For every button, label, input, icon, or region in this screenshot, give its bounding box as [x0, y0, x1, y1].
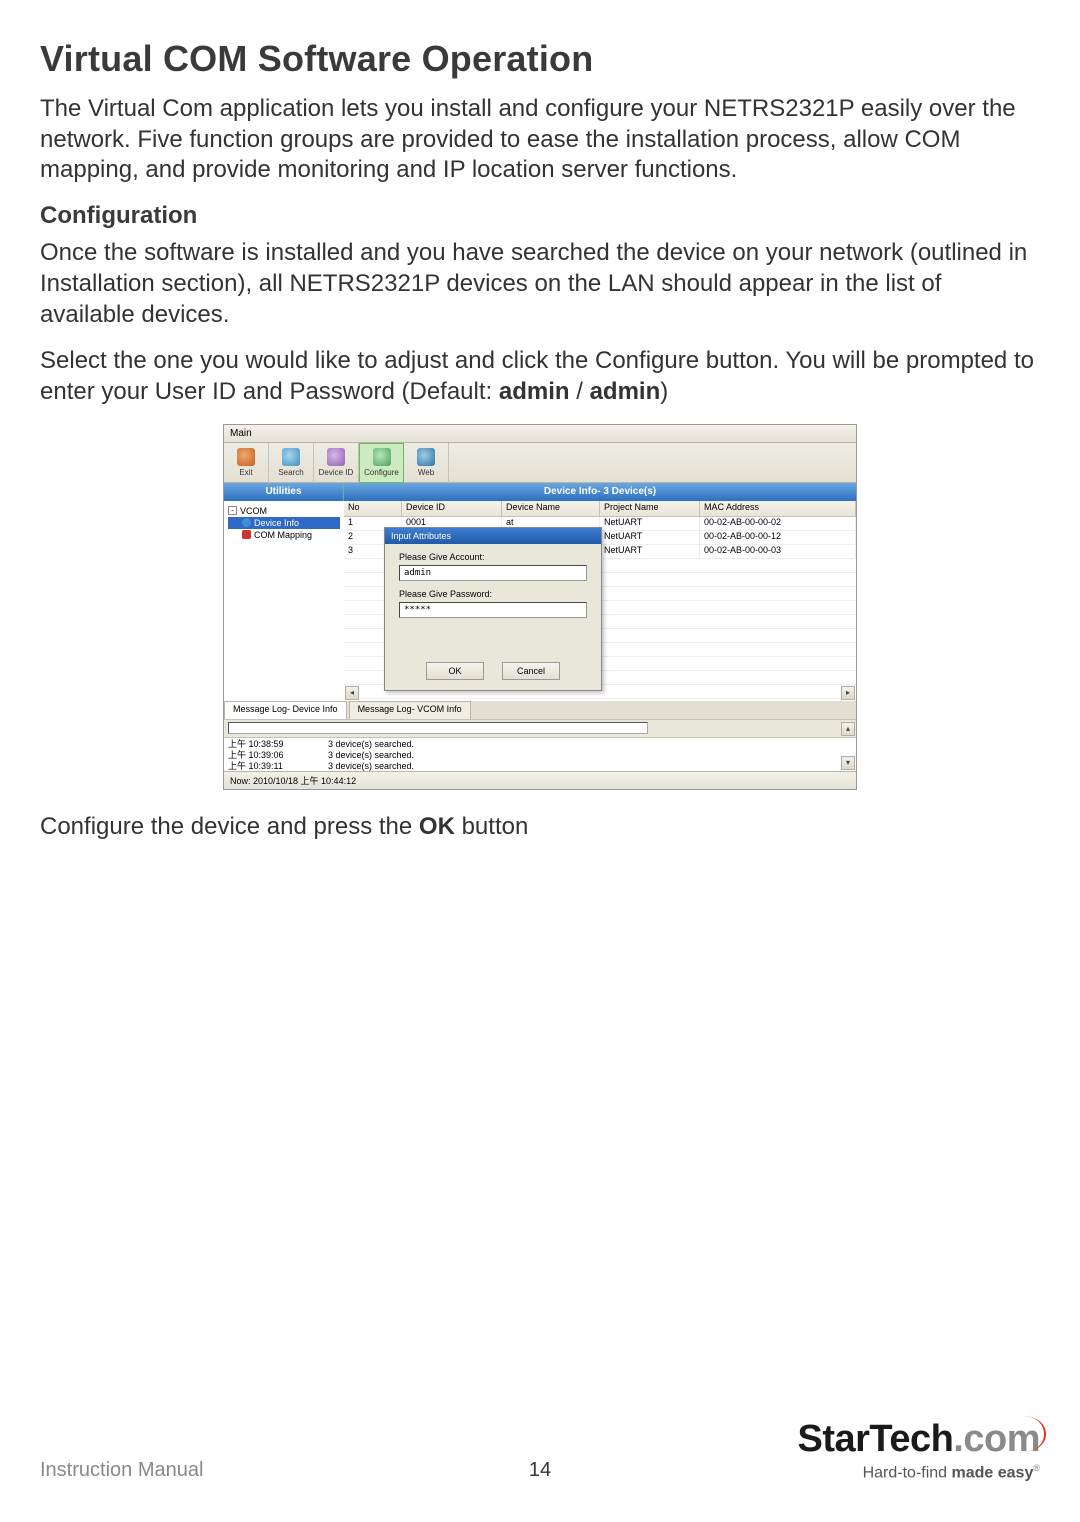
text-span: / [570, 378, 590, 405]
col-device-name[interactable]: Device Name [502, 501, 600, 517]
tree-label: VCOM [240, 506, 267, 516]
info-icon [242, 518, 251, 527]
input-attributes-dialog: Input Attributes Please Give Account: ad… [384, 527, 602, 691]
intro-paragraph: The Virtual Com application lets you ins… [40, 94, 1040, 186]
col-device-id[interactable]: Device ID [402, 501, 502, 517]
menu-bar[interactable]: Main [224, 425, 856, 443]
log-msg: 3 device(s) searched. [328, 750, 414, 761]
brand-block: StarTech.com Hard-to-find made easy® [798, 1418, 1041, 1482]
app-window: Main Exit Search Device ID Configure Web… [223, 424, 857, 790]
mapping-icon [242, 530, 251, 539]
logo-text-main: StarTech [798, 1418, 954, 1460]
cell-mac: 00-02-AB-00-00-03 [700, 545, 856, 558]
toolbar-label: Device ID [319, 468, 354, 477]
col-project-name[interactable]: Project Name [600, 501, 700, 517]
toolbar-label: Web [418, 468, 434, 477]
brand-tagline: Hard-to-find made easy® [798, 1463, 1041, 1482]
dialog-title: Input Attributes [385, 528, 601, 544]
log-line: 上午 10:39:113 device(s) searched. [228, 761, 852, 771]
utilities-header: Utilities [224, 483, 344, 501]
default-password: admin [590, 378, 661, 405]
tagline-bold: made easy [952, 1464, 1034, 1481]
panel-headers: Utilities Device Info- 3 Device(s) [224, 483, 856, 501]
configure-icon [373, 448, 391, 466]
scroll-right-button[interactable]: ▸ [841, 686, 855, 700]
configure-button[interactable]: Configure [359, 443, 404, 483]
status-bar: Now: 2010/10/18 上午 10:44:12 [224, 771, 856, 789]
tree-item-device-info[interactable]: Device Info [228, 517, 340, 529]
web-button[interactable]: Web [404, 443, 449, 483]
utilities-tree[interactable]: -VCOM Device Info COM Mapping [224, 501, 344, 701]
toolbar-label: Exit [239, 468, 252, 477]
default-user: admin [499, 378, 570, 405]
col-no[interactable]: No [344, 501, 402, 517]
scroll-left-button[interactable]: ◂ [345, 686, 359, 700]
log-time: 上午 10:38:59 [228, 739, 328, 750]
page-heading: Virtual COM Software Operation [40, 38, 1040, 80]
cell-project-name: NetUART [600, 545, 700, 558]
menu-main[interactable]: Main [230, 428, 252, 439]
collapse-icon[interactable]: - [228, 506, 237, 515]
toolbar: Exit Search Device ID Configure Web [224, 443, 856, 483]
tab-vcom-info-log[interactable]: Message Log- VCOM Info [349, 701, 471, 719]
log-time: 上午 10:39:11 [228, 761, 328, 771]
toolbar-label: Configure [364, 468, 399, 477]
log-msg: 3 device(s) searched. [328, 739, 414, 750]
section-heading: Configuration [40, 202, 1040, 230]
text-span: button [455, 813, 528, 840]
page-number: 14 [529, 1459, 551, 1482]
config-paragraph-2: Select the one you would like to adjust … [40, 346, 1040, 407]
password-label: Please Give Password: [399, 589, 591, 599]
account-label: Please Give Account: [399, 552, 591, 562]
tree-label: COM Mapping [254, 530, 312, 540]
cell-mac: 00-02-AB-00-00-02 [700, 517, 856, 530]
search-icon [282, 448, 300, 466]
logo-swoosh-icon [1024, 1416, 1046, 1452]
tree-label: Device Info [254, 518, 299, 528]
tab-device-info-log[interactable]: Message Log- Device Info [224, 701, 347, 719]
footer-left: Instruction Manual [40, 1459, 203, 1482]
log-line: 上午 10:39:063 device(s) searched. [228, 750, 852, 761]
web-icon [417, 448, 435, 466]
deviceid-button[interactable]: Device ID [314, 443, 359, 483]
ok-button[interactable]: OK [426, 662, 484, 680]
tagline-text: Hard-to-find [863, 1464, 952, 1481]
progress-bar [228, 722, 648, 734]
col-mac-address[interactable]: MAC Address [700, 501, 856, 517]
exit-button[interactable]: Exit [224, 443, 269, 483]
exit-icon [237, 448, 255, 466]
tree-item-com-mapping[interactable]: COM Mapping [228, 529, 340, 541]
grid-header-row: No Device ID Device Name Project Name MA… [344, 501, 856, 517]
device-info-header: Device Info- 3 Device(s) [344, 483, 856, 501]
message-log: 上午 10:38:593 device(s) searched.上午 10:39… [224, 737, 856, 771]
ok-label: OK [419, 813, 455, 840]
config-paragraph-1: Once the software is installed and you h… [40, 238, 1040, 330]
tree-root[interactable]: -VCOM [228, 505, 340, 517]
cancel-button[interactable]: Cancel [502, 662, 560, 680]
log-msg: 3 device(s) searched. [328, 761, 414, 771]
registered-mark: ® [1033, 1463, 1040, 1473]
cell-mac: 00-02-AB-00-00-12 [700, 531, 856, 544]
password-input[interactable]: ***** [399, 602, 587, 618]
log-line: 上午 10:38:593 device(s) searched. [228, 739, 852, 750]
toolbar-label: Search [278, 468, 303, 477]
account-input[interactable]: admin [399, 565, 587, 581]
cell-project-name: NetUART [600, 531, 700, 544]
progress-row: ▴ [224, 719, 856, 737]
scroll-up-button[interactable]: ▴ [841, 722, 855, 736]
cell-project-name: NetUART [600, 517, 700, 530]
log-tabs: Message Log- Device Info Message Log- VC… [224, 701, 856, 719]
post-screenshot-caption: Configure the device and press the OK bu… [40, 812, 1040, 843]
scroll-down-button[interactable]: ▾ [841, 756, 855, 770]
device-id-icon [327, 448, 345, 466]
log-time: 上午 10:39:06 [228, 750, 328, 761]
text-span: Configure the device and press the [40, 813, 419, 840]
startech-logo: StarTech.com [798, 1418, 1041, 1461]
search-button[interactable]: Search [269, 443, 314, 483]
text-span: ) [660, 378, 668, 405]
